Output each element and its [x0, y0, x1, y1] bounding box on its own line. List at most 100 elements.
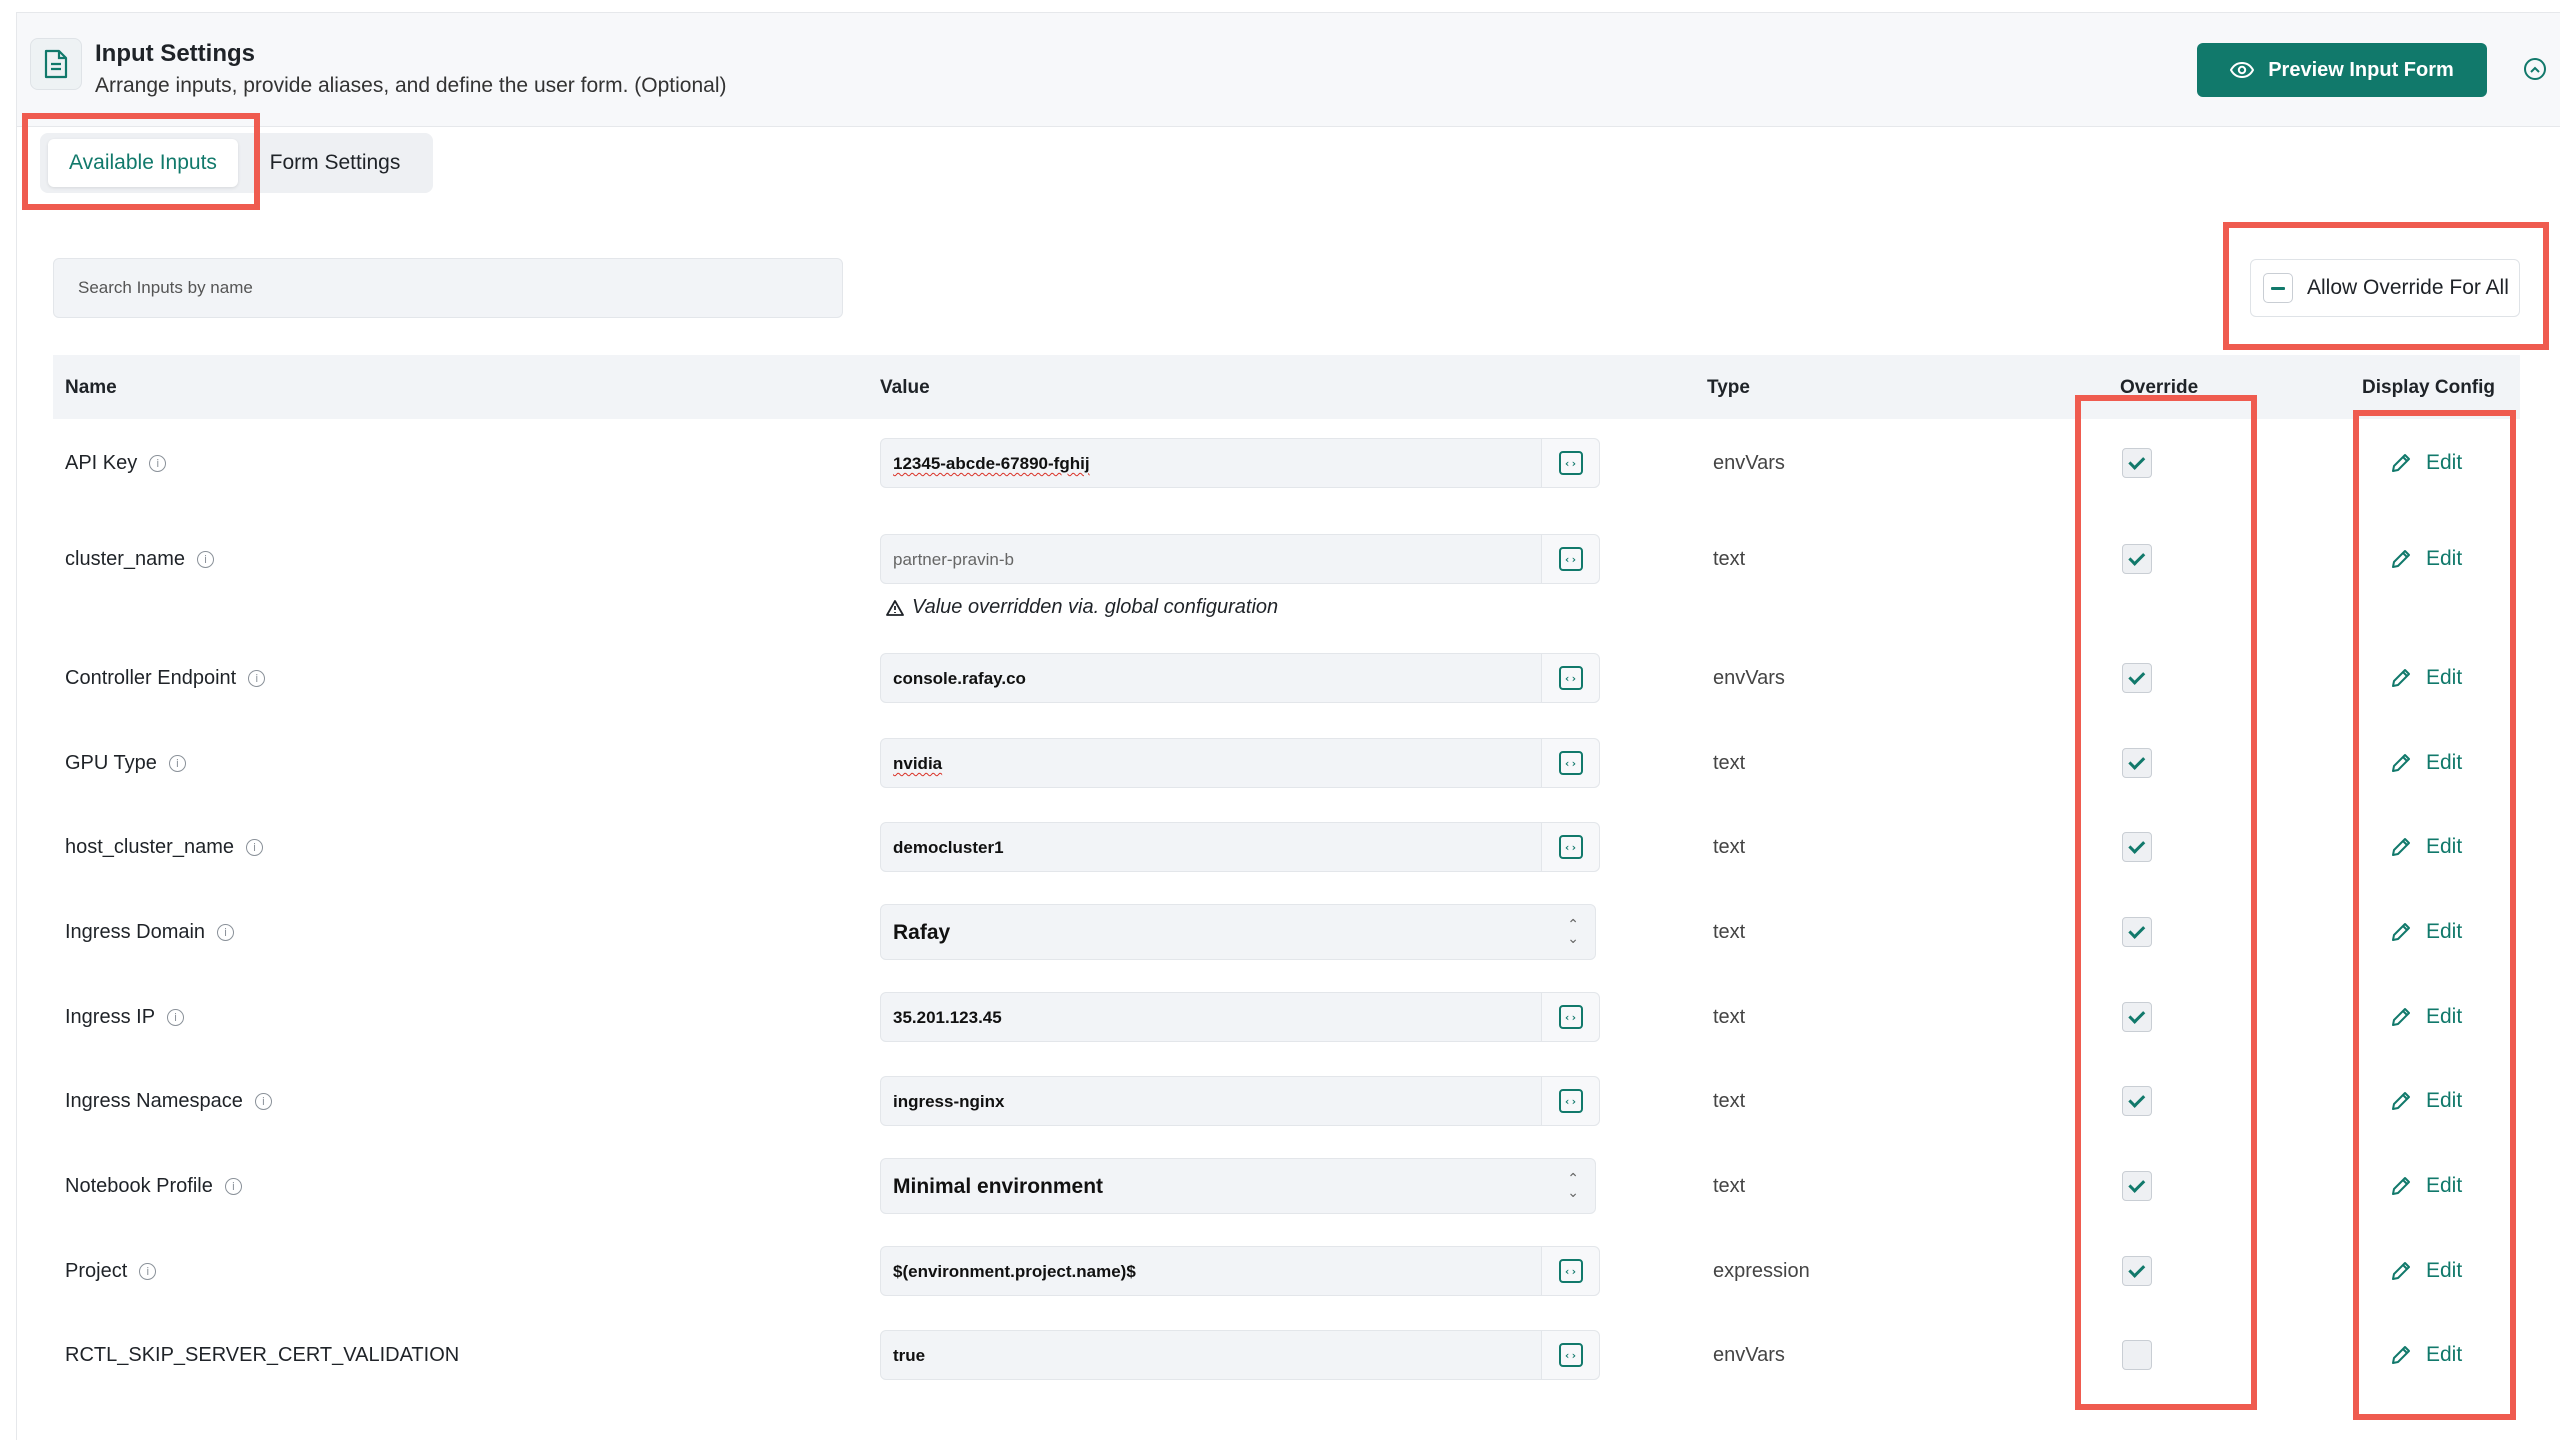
code-icon: ‹›	[1558, 835, 1583, 859]
expression-button[interactable]: ‹›	[1541, 739, 1599, 787]
pencil-icon	[2392, 669, 2410, 687]
edit-display-config-button[interactable]: Edit	[2390, 1005, 2462, 1029]
chevron-updown-icon: ⌃ ⌄	[1567, 917, 1579, 947]
input-name-text: RCTL_SKIP_SERVER_CERT_VALIDATION	[65, 1344, 460, 1366]
allow-override-all-toggle[interactable]: Allow Override For All	[2250, 259, 2520, 317]
edit-display-config-button[interactable]: Edit	[2390, 1174, 2462, 1198]
info-icon[interactable]: i	[248, 670, 266, 687]
value-input-text: true	[893, 1346, 926, 1365]
search-input[interactable]	[53, 258, 843, 318]
indeterminate-checkbox[interactable]	[2263, 273, 2293, 303]
override-checkbox[interactable]	[2122, 917, 2152, 947]
info-icon[interactable]: i	[197, 551, 215, 568]
chevron-up-circle-icon[interactable]	[2524, 58, 2546, 80]
override-checkbox[interactable]	[2122, 748, 2152, 778]
info-icon[interactable]: i	[167, 1009, 185, 1026]
override-checkbox[interactable]	[2122, 663, 2152, 693]
expression-button[interactable]: ‹›	[1541, 535, 1599, 583]
code-icon: ‹›	[1558, 451, 1583, 475]
input-name: RCTL_SKIP_SERVER_CERT_VALIDATION	[65, 1344, 459, 1367]
info-icon[interactable]: i	[217, 924, 235, 941]
value-input[interactable]: $(environment.project.name)$ ‹›	[880, 1246, 1600, 1296]
input-type: expression	[1713, 1260, 1810, 1282]
value-input[interactable]: nvidia ‹›	[880, 738, 1600, 788]
value-input[interactable]: democluster1 ‹›	[880, 822, 1600, 872]
edit-display-config-button[interactable]: Edit	[2390, 920, 2462, 944]
input-name-text: Ingress Namespace	[65, 1090, 243, 1112]
edit-display-config-button[interactable]: Edit	[2390, 751, 2462, 775]
value-input[interactable]: 35.201.123.45 ‹›	[880, 992, 1600, 1042]
input-type: text	[1713, 921, 1746, 943]
info-icon[interactable]: i	[245, 839, 263, 856]
info-icon[interactable]: i	[149, 455, 167, 472]
expression-button[interactable]: ‹›	[1541, 654, 1599, 702]
edit-label: Edit	[2426, 751, 2463, 774]
override-checkbox[interactable]	[2122, 1002, 2152, 1032]
info-icon[interactable]: i	[139, 1263, 157, 1280]
tab-form-settings[interactable]: Form Settings	[250, 139, 420, 187]
value-select-text: Rafay	[893, 921, 951, 944]
edit-label: Edit	[2426, 451, 2463, 474]
chevron-updown-icon: ⌃ ⌄	[1567, 1171, 1579, 1201]
value-input-text: $(environment.project.name)$	[893, 1262, 1136, 1281]
expression-button[interactable]: ‹›	[1541, 1077, 1599, 1125]
value-input[interactable]: partner-pravin-b ‹›	[880, 534, 1600, 584]
value-input[interactable]: console.rafay.co ‹›	[880, 653, 1600, 703]
input-type: envVars	[1713, 667, 1785, 689]
input-name: cluster_name i	[65, 548, 215, 571]
value-input[interactable]: true ‹›	[880, 1330, 1600, 1380]
value-input[interactable]: ingress-nginx ‹›	[880, 1076, 1600, 1126]
edit-display-config-button[interactable]: Edit	[2390, 547, 2462, 571]
input-name: Project i	[65, 1260, 157, 1283]
tab-available-inputs[interactable]: Available Inputs	[48, 139, 238, 187]
override-checkbox[interactable]	[2122, 1256, 2152, 1286]
section-title: Input Settings	[95, 40, 255, 67]
override-checkbox[interactable]	[2122, 832, 2152, 862]
info-icon[interactable]: i	[254, 1093, 272, 1110]
pencil-icon	[2392, 1262, 2410, 1280]
override-checkbox[interactable]	[2122, 1340, 2152, 1370]
input-name: GPU Type i	[65, 752, 186, 775]
override-checkbox[interactable]	[2122, 1086, 2152, 1116]
code-icon: ‹›	[1558, 1089, 1583, 1113]
expression-button[interactable]: ‹›	[1541, 1331, 1599, 1379]
expression-button[interactable]: ‹›	[1541, 993, 1599, 1041]
override-checkbox[interactable]	[2122, 544, 2152, 574]
edit-display-config-button[interactable]: Edit	[2390, 666, 2462, 690]
edit-label: Edit	[2426, 1089, 2463, 1112]
table-header: Name Value Type Override Display Config	[53, 355, 2520, 419]
document-icon	[30, 38, 82, 90]
edit-display-config-button[interactable]: Edit	[2390, 1343, 2462, 1367]
edit-label: Edit	[2426, 547, 2463, 570]
expression-button[interactable]: ‹›	[1541, 1247, 1599, 1295]
value-input-text: ingress-nginx	[893, 1092, 1005, 1111]
column-value: Value	[880, 377, 930, 398]
value-select[interactable]: Minimal environment ⌃ ⌄	[880, 1158, 1596, 1214]
input-name: Ingress IP i	[65, 1006, 185, 1029]
edit-display-config-button[interactable]: Edit	[2390, 451, 2462, 475]
warning-icon	[886, 599, 904, 616]
edit-display-config-button[interactable]: Edit	[2390, 1259, 2462, 1283]
pencil-icon	[2392, 550, 2410, 568]
value-input[interactable]: 12345-abcde-67890-fghij ‹›	[880, 438, 1600, 488]
edit-label: Edit	[2426, 1005, 2463, 1028]
preview-input-form-label: Preview Input Form	[2268, 58, 2454, 81]
edit-label: Edit	[2426, 1174, 2463, 1197]
value-select-text: Minimal environment	[893, 1175, 1104, 1198]
value-input-text: nvidia	[893, 754, 943, 773]
code-icon: ‹›	[1558, 751, 1583, 775]
code-icon: ‹›	[1558, 1259, 1583, 1283]
edit-display-config-button[interactable]: Edit	[2390, 835, 2462, 859]
info-icon[interactable]: i	[224, 1178, 242, 1195]
override-checkbox[interactable]	[2122, 1171, 2152, 1201]
input-name-text: cluster_name	[65, 548, 186, 570]
expression-button[interactable]: ‹›	[1541, 823, 1599, 871]
expression-button[interactable]: ‹›	[1541, 439, 1599, 487]
preview-input-form-button[interactable]: Preview Input Form	[2197, 43, 2487, 97]
edit-display-config-button[interactable]: Edit	[2390, 1089, 2462, 1113]
value-select[interactable]: Rafay ⌃ ⌄	[880, 904, 1596, 960]
input-name-text: Ingress IP	[65, 1006, 156, 1028]
info-icon[interactable]: i	[168, 755, 186, 772]
input-name: Ingress Domain i	[65, 921, 235, 944]
override-checkbox[interactable]	[2122, 448, 2152, 478]
